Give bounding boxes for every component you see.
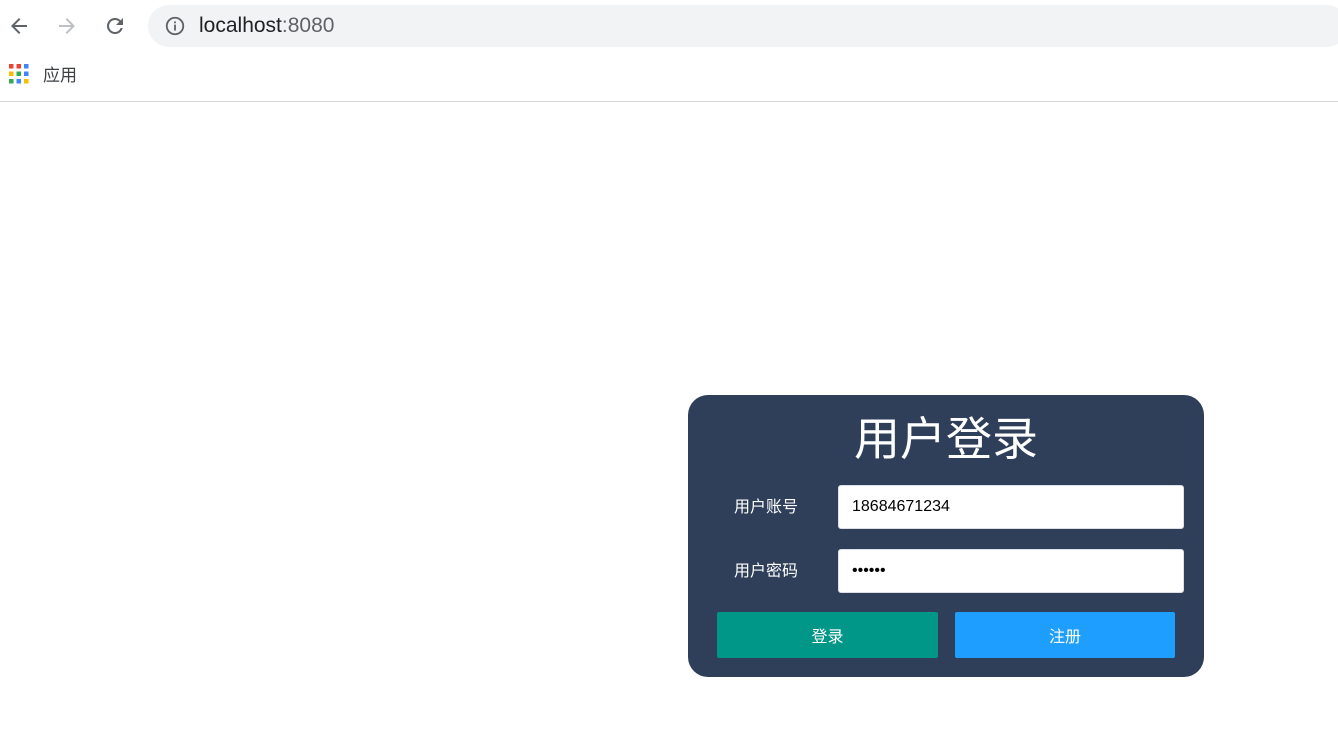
password-label: 用户密码 [734, 561, 799, 580]
address-text[interactable]: localhost:8080 [199, 15, 334, 37]
reload-button[interactable] [100, 11, 130, 41]
register-button[interactable]: 注册 [955, 612, 1175, 658]
back-button[interactable] [4, 11, 34, 41]
login-button[interactable]: 登录 [717, 612, 938, 658]
back-arrow-icon [11, 18, 27, 34]
account-label: 用户账号 [734, 497, 799, 516]
address-host: localhost [199, 14, 282, 37]
bookmarks-bar: 应用 [0, 52, 1338, 102]
info-icon[interactable] [164, 15, 186, 37]
apps-grid-icon[interactable] [9, 64, 29, 84]
forward-arrow-icon [59, 18, 75, 34]
login-card: 用户登录 用户账号 用户密码 登录 注册 [688, 395, 1204, 677]
password-input[interactable] [838, 549, 1184, 593]
account-input[interactable] [838, 485, 1184, 529]
address-port: :8080 [281, 14, 335, 37]
login-title: 用户登录 [854, 412, 1038, 466]
forward-button[interactable] [52, 11, 82, 41]
apps-bookmark-label[interactable]: 应用 [43, 65, 77, 87]
reload-icon [106, 17, 123, 34]
address-bar[interactable]: localhost:8080 [148, 5, 1338, 47]
browser-toolbar: localhost:8080 [0, 0, 1338, 52]
